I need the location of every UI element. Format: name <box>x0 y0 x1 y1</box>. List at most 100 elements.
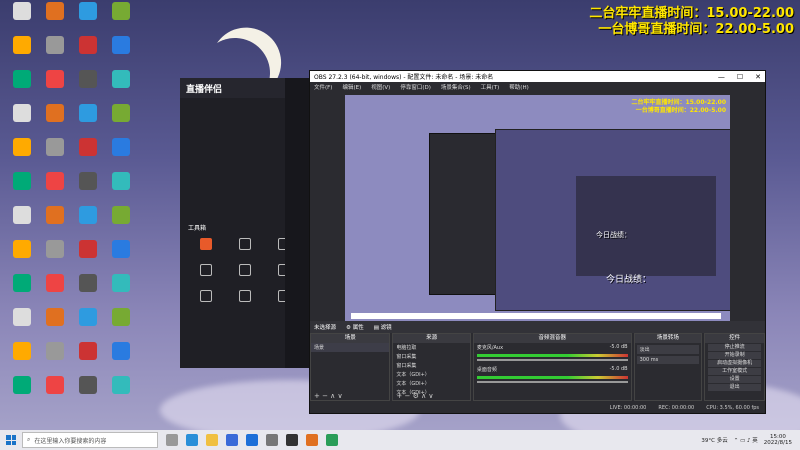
control-button[interactable]: 开始录制 <box>708 352 761 359</box>
desktop-icon[interactable] <box>70 240 106 274</box>
desktop-icon[interactable] <box>37 240 73 274</box>
clock[interactable]: 15:00 2022/8/15 <box>764 434 792 446</box>
maximize-icon[interactable]: ☐ <box>737 73 743 81</box>
desktop-icon[interactable] <box>37 104 73 138</box>
desktop-icon[interactable] <box>37 2 73 36</box>
tool-item[interactable] <box>186 290 225 304</box>
desktop-icon[interactable] <box>37 274 73 308</box>
mail-icon[interactable] <box>246 434 258 446</box>
control-button[interactable]: 停止推流 <box>708 344 761 351</box>
menu-item[interactable]: 停靠窗口(D) <box>400 83 431 91</box>
desktop-icon[interactable] <box>4 138 40 172</box>
desktop-icon[interactable] <box>4 240 40 274</box>
volume-slider[interactable] <box>476 359 628 361</box>
desktop-icon[interactable] <box>103 342 139 376</box>
source-item[interactable]: 电脑拉取 <box>393 343 469 352</box>
obs-taskbar-icon[interactable] <box>286 434 298 446</box>
menu-item[interactable]: 编辑(E) <box>342 83 361 91</box>
desktop-icon[interactable] <box>37 308 73 342</box>
tool-item[interactable] <box>186 238 225 252</box>
source-item[interactable]: 文本（GDI+） <box>393 379 469 388</box>
transition-type[interactable]: 淡出 <box>636 345 700 354</box>
desktop-icon[interactable] <box>70 2 106 36</box>
desktop-icon[interactable] <box>70 172 106 206</box>
volume-slider[interactable] <box>476 381 628 383</box>
taskbar-search[interactable]: ⌕ 在这里输入你要搜索的内容 <box>22 432 158 448</box>
task-view-icon[interactable] <box>166 434 178 446</box>
desktop-icon[interactable] <box>70 308 106 342</box>
app-icon[interactable] <box>306 434 318 446</box>
desktop-icon[interactable] <box>4 172 40 206</box>
desktop-icon[interactable] <box>70 274 106 308</box>
sources-footer[interactable]: + − ⚙ ∧ ∨ <box>393 392 469 400</box>
desktop-icon[interactable] <box>70 342 106 376</box>
desktop-icon[interactable] <box>4 70 40 104</box>
menu-item[interactable]: 文件(F) <box>314 83 332 91</box>
close-icon[interactable]: ✕ <box>755 73 761 81</box>
desktop-icon[interactable] <box>103 274 139 308</box>
desktop-icon[interactable] <box>4 308 40 342</box>
tool-item[interactable] <box>225 264 264 278</box>
desktop-icon[interactable] <box>37 376 73 410</box>
tray-icons[interactable]: ⌃ ▭ ♪ 英 <box>734 436 758 444</box>
source-item[interactable]: 窗口采集 <box>393 361 469 370</box>
desktop-icon[interactable] <box>103 206 139 240</box>
transition-duration[interactable]: 300 ms <box>636 356 700 364</box>
desktop-icon[interactable] <box>103 308 139 342</box>
menu-item[interactable]: 场景集合(S) <box>441 83 471 91</box>
desktop-icon[interactable] <box>70 206 106 240</box>
desktop-icon[interactable] <box>103 376 139 410</box>
desktop-icon[interactable] <box>103 104 139 138</box>
desktop-icon[interactable] <box>103 2 139 36</box>
desktop-icon[interactable] <box>37 138 73 172</box>
desktop-icon[interactable] <box>4 206 40 240</box>
control-button[interactable]: 启动虚拟摄像机 <box>708 360 761 367</box>
source-item[interactable]: 窗口采集 <box>393 352 469 361</box>
obs-preview[interactable]: 二台牢牢直播时间：15.00-22.00 一台博哥直播时间：22.00-5.00… <box>345 95 730 321</box>
control-button[interactable]: 工作室模式 <box>708 368 761 375</box>
desktop-icon[interactable] <box>4 342 40 376</box>
control-button[interactable]: 设置 <box>708 376 761 383</box>
desktop-icon[interactable] <box>4 376 40 410</box>
tool-item[interactable] <box>225 290 264 304</box>
desktop-icon[interactable] <box>70 138 106 172</box>
desktop-icon[interactable] <box>70 36 106 70</box>
desktop-icon[interactable] <box>70 104 106 138</box>
desktop-icon[interactable] <box>37 36 73 70</box>
scenes-footer[interactable]: + − ∧ ∨ <box>311 392 389 400</box>
desktop-icon[interactable] <box>103 36 139 70</box>
desktop-icon[interactable] <box>103 138 139 172</box>
desktop-icon[interactable] <box>37 172 73 206</box>
desktop-icon[interactable] <box>103 240 139 274</box>
app-icon[interactable] <box>326 434 338 446</box>
menu-item[interactable]: 视图(V) <box>371 83 390 91</box>
filters-button[interactable]: ▤ 滤镜 <box>374 323 392 331</box>
menu-item[interactable]: 工具(T) <box>481 83 500 91</box>
store-icon[interactable] <box>226 434 238 446</box>
folder-icon[interactable] <box>206 434 218 446</box>
desktop-icon[interactable] <box>37 206 73 240</box>
properties-button[interactable]: ⚙ 属性 <box>346 323 364 331</box>
desktop-icon[interactable] <box>4 104 40 138</box>
menu-item[interactable]: 帮助(H) <box>509 83 528 91</box>
desktop-icon[interactable] <box>4 36 40 70</box>
minimize-icon[interactable]: — <box>718 73 725 81</box>
desktop-icon[interactable] <box>103 172 139 206</box>
weather-label[interactable]: 39°C 多云 <box>701 436 727 444</box>
source-item[interactable]: 文本（GDI+） <box>393 370 469 379</box>
desktop-icon[interactable] <box>4 2 40 36</box>
tool-item[interactable] <box>186 264 225 278</box>
desktop-icon[interactable] <box>70 70 106 104</box>
tool-item[interactable] <box>225 238 264 252</box>
windows-start-icon[interactable] <box>6 435 16 445</box>
edge-icon[interactable] <box>186 434 198 446</box>
desktop-icon[interactable] <box>37 70 73 104</box>
desktop-icon[interactable] <box>37 342 73 376</box>
app-icon <box>46 2 64 20</box>
app-icon[interactable] <box>266 434 278 446</box>
desktop-icon[interactable] <box>4 274 40 308</box>
scene-item[interactable]: 场景 <box>311 343 390 352</box>
desktop-icon[interactable] <box>103 70 139 104</box>
control-button[interactable]: 退出 <box>708 384 761 391</box>
desktop-icon[interactable] <box>70 376 106 410</box>
